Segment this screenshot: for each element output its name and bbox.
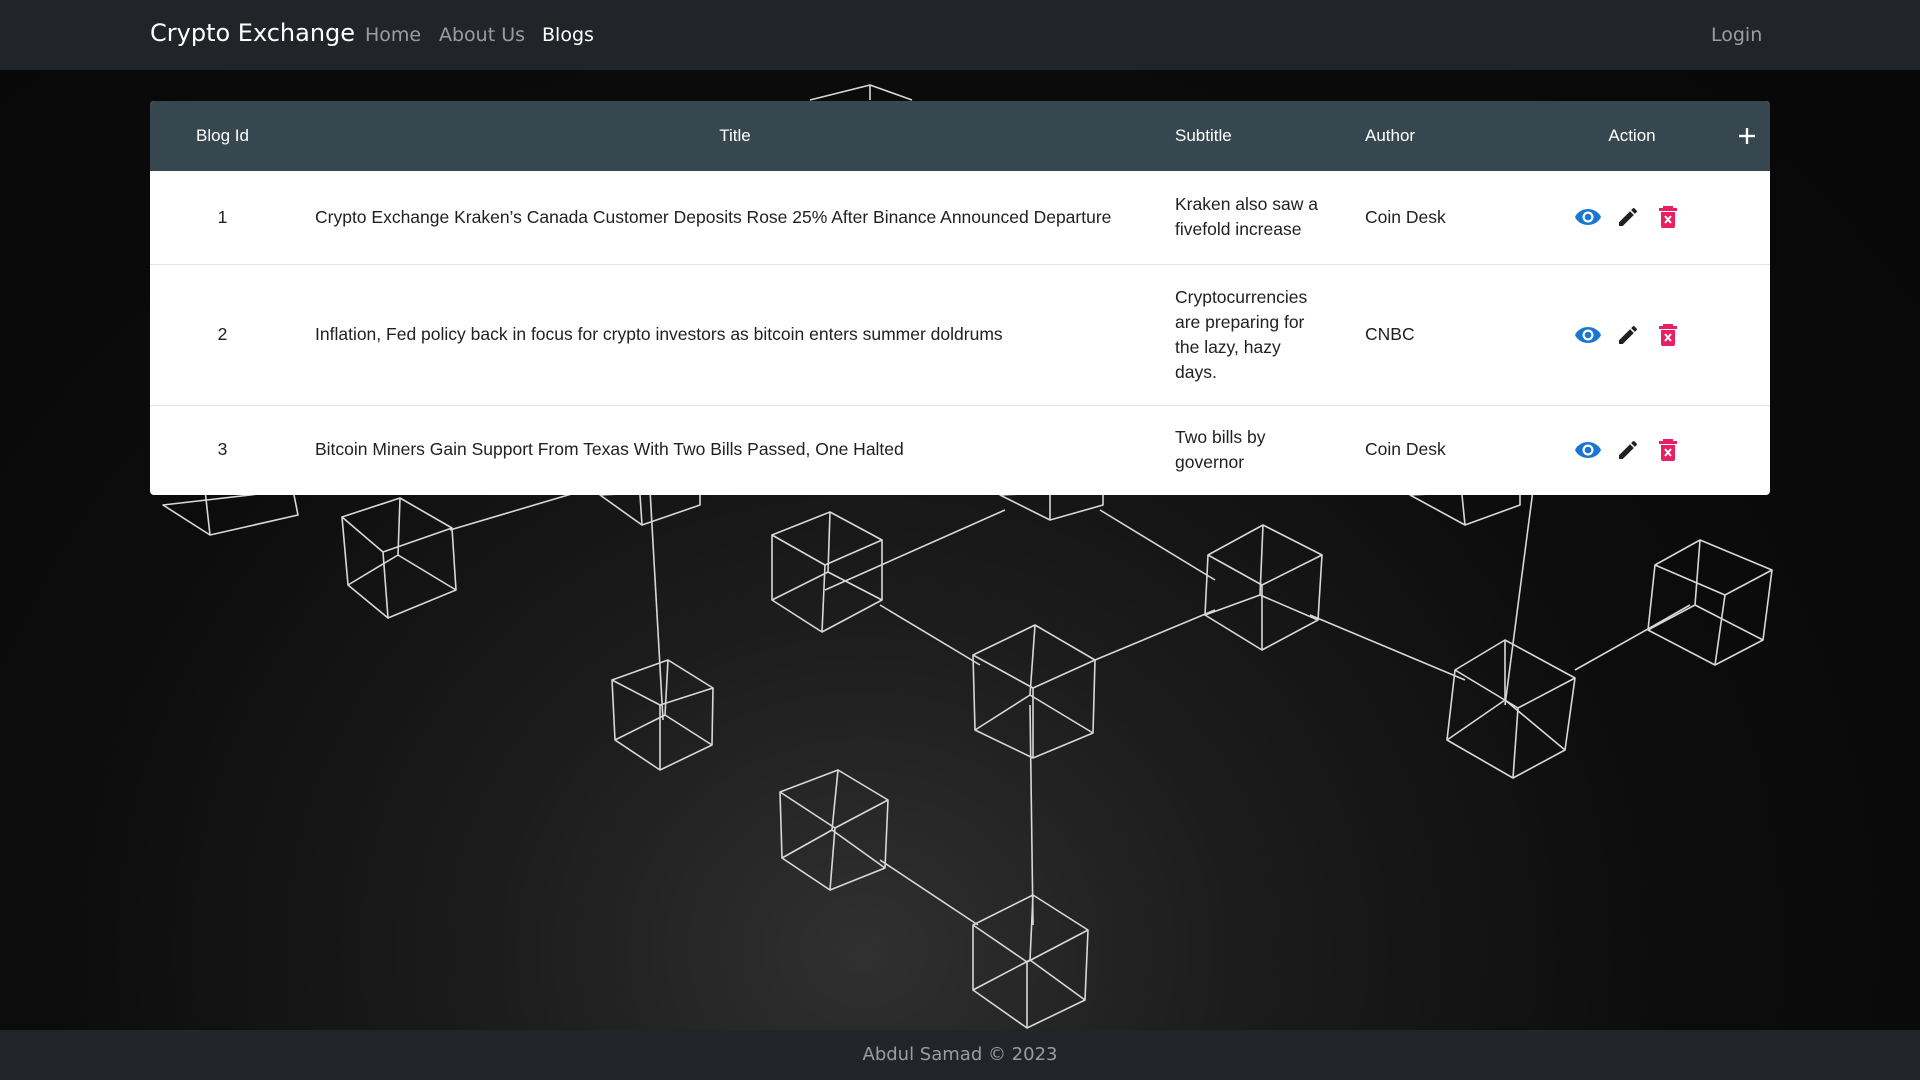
header-subtitle: Subtitle [1175, 126, 1232, 145]
header-author: Author [1365, 126, 1416, 145]
footer-copyright: Abdul Samad © 2023 [862, 1044, 1058, 1065]
eye-icon [1575, 209, 1601, 226]
top-navbar: Crypto Exchange Home About Us Blogs Logi… [0, 0, 1920, 70]
row-subtitle: Two bills by governor [1175, 426, 1266, 472]
blogs-table: Blog Id Title Subtitle Author Action 1 C… [150, 101, 1770, 494]
edit-button[interactable] [1608, 435, 1648, 465]
edit-button[interactable] [1608, 320, 1648, 350]
nav-link-about-us[interactable]: About Us [439, 24, 525, 46]
delete-button[interactable] [1648, 202, 1688, 232]
table-row: 3 Bitcoin Miners Gain Support From Texas… [150, 405, 1770, 494]
view-button[interactable] [1568, 202, 1608, 232]
delete-button[interactable] [1648, 320, 1688, 350]
delete-button[interactable] [1648, 435, 1688, 465]
login-link[interactable]: Login [1711, 24, 1762, 46]
pencil-icon [1619, 325, 1638, 344]
row-actions [1565, 435, 1770, 465]
header-blog-id: Blog Id [196, 126, 249, 145]
row-title: Bitcoin Miners Gain Support From Texas W… [315, 439, 904, 460]
brand-logo-text[interactable]: Crypto Exchange [150, 19, 355, 47]
row-author: Coin Desk [1365, 439, 1446, 460]
nav-link-blogs[interactable]: Blogs [542, 24, 594, 46]
eye-icon [1575, 441, 1601, 458]
page-footer: Abdul Samad © 2023 [0, 1030, 1920, 1080]
trash-icon [1659, 206, 1677, 229]
pencil-icon [1619, 208, 1638, 227]
row-blog-id: 2 [217, 324, 228, 344]
header-action-cell: Action [1565, 101, 1770, 171]
pencil-icon [1619, 440, 1638, 459]
row-title: Inflation, Fed policy back in focus for … [315, 324, 1003, 344]
view-button[interactable] [1568, 435, 1608, 465]
row-subtitle: Cryptocurrencies are preparing for the l… [1175, 286, 1308, 382]
row-subtitle: Kraken also saw a fivefold increase [1175, 194, 1318, 240]
table-header-row: Blog Id Title Subtitle Author Action [150, 101, 1770, 171]
add-blog-button[interactable] [1737, 126, 1757, 146]
trash-icon [1659, 323, 1677, 346]
trash-icon [1659, 438, 1677, 461]
table-row: 1 Crypto Exchange Kraken’s Canada Custom… [150, 171, 1770, 264]
nav-link-home[interactable]: Home [365, 24, 421, 46]
row-title: Crypto Exchange Kraken’s Canada Customer… [315, 206, 1112, 227]
row-actions [1565, 202, 1770, 232]
table-row: 2 Inflation, Fed policy back in focus fo… [150, 264, 1770, 405]
view-button[interactable] [1568, 320, 1608, 350]
row-author: Coin Desk [1365, 206, 1446, 227]
row-author: CNBC [1365, 324, 1415, 344]
header-title: Title [719, 126, 751, 145]
blogs-table-card: Blog Id Title Subtitle Author Action 1 C… [150, 101, 1770, 495]
eye-icon [1575, 326, 1601, 343]
plus-icon [1739, 128, 1755, 144]
row-actions [1565, 320, 1770, 350]
header-action: Action [1608, 126, 1656, 145]
row-blog-id: 3 [217, 439, 228, 460]
edit-button[interactable] [1608, 202, 1648, 232]
row-blog-id: 1 [217, 206, 228, 227]
